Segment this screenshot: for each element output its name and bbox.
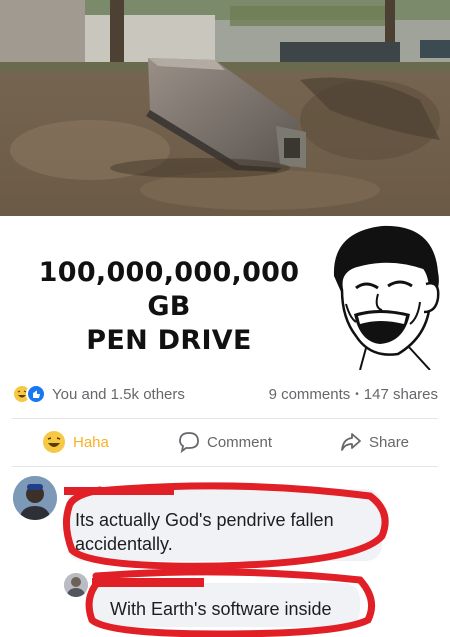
meme-caption: 100,000,000,000 GB PEN DRIVE bbox=[14, 256, 324, 358]
comments-count[interactable]: 9 comments bbox=[269, 386, 351, 403]
post-action-bar: Haha Comment Share bbox=[0, 425, 450, 459]
haha-button-label: Haha bbox=[73, 433, 109, 451]
meme-caption-line1: 100,000,000,000 GB bbox=[38, 257, 300, 322]
comment-button-label: Comment bbox=[207, 433, 273, 451]
laughing-meme-face bbox=[326, 218, 446, 371]
reply-avatar[interactable] bbox=[64, 573, 88, 597]
concrete-slab-photo bbox=[0, 0, 450, 216]
divider-bottom bbox=[12, 466, 438, 467]
shares-count[interactable]: 147 shares bbox=[364, 386, 438, 403]
haha-icon bbox=[43, 431, 65, 453]
comment-text: Its actually God's pendrive fallen accid… bbox=[75, 510, 334, 554]
redacted-reply-name-bar bbox=[92, 578, 204, 587]
divider-top bbox=[12, 418, 438, 419]
share-icon bbox=[341, 433, 361, 451]
reactions-summary-row[interactable]: You and 1.5k others 9 comments • 147 sha… bbox=[12, 382, 438, 406]
haha-button[interactable]: Haha bbox=[42, 430, 109, 454]
share-button[interactable]: Share bbox=[340, 431, 409, 453]
count-separator: • bbox=[355, 388, 359, 400]
comment-button[interactable]: Comment bbox=[178, 431, 272, 453]
like-reaction-icon bbox=[26, 384, 46, 404]
post-photo[interactable] bbox=[0, 0, 450, 216]
reaction-icons bbox=[12, 384, 46, 404]
commenter-avatar[interactable] bbox=[13, 476, 57, 520]
comment-icon bbox=[179, 432, 199, 453]
redacted-name-bar bbox=[64, 487, 174, 495]
meme-caption-line2: PEN DRIVE bbox=[86, 325, 252, 356]
engagement-counts: 9 comments • 147 shares bbox=[269, 386, 438, 403]
reactions-summary-text[interactable]: You and 1.5k others bbox=[52, 386, 185, 403]
reply-text: With Earth's software inside bbox=[110, 599, 332, 619]
share-button-label: Share bbox=[369, 433, 410, 451]
